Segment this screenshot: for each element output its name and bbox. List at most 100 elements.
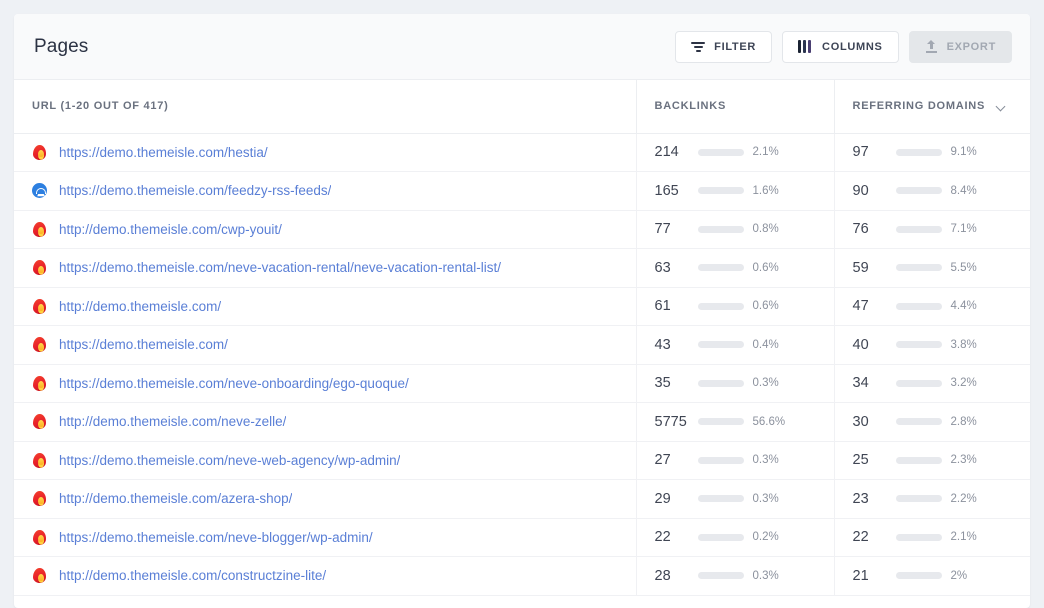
table-row[interactable]: https://demo.themeisle.com/neve-blogger/… [14, 518, 1030, 557]
cell-referring-domains: 97 9.1% [833, 133, 1030, 172]
table-row[interactable]: https://demo.themeisle.com/neve-vacation… [14, 248, 1030, 288]
columns-button-label: COLUMNS [822, 40, 883, 53]
cell-url[interactable]: https://demo.themeisle.com/feedzy-rss-fe… [14, 171, 636, 211]
cell-url[interactable]: https://demo.themeisle.com/neve-web-agen… [14, 441, 636, 480]
referring-domains-value: 90 [852, 182, 869, 199]
referring-domains-value: 76 [852, 221, 869, 238]
backlinks-value: 214 [654, 144, 679, 161]
cell-url[interactable]: https://demo.themeisle.com/neve-blogger/… [14, 518, 636, 557]
cell-url[interactable]: http://demo.themeisle.com/azera-shop/ [14, 479, 636, 519]
themeisle-flame-icon [32, 452, 47, 468]
column-header-url[interactable]: URL (1-20 OUT OF 417) [14, 80, 636, 134]
themeisle-flame-icon [32, 298, 47, 314]
cell-url[interactable]: http://demo.themeisle.com/constructzine-… [14, 556, 636, 596]
chevron-down-icon[interactable] [997, 102, 1006, 111]
referring-domains-bar [895, 148, 942, 156]
url-link[interactable]: https://demo.themeisle.com/hestia/ [59, 145, 268, 160]
referring-domains-value: 97 [852, 144, 869, 161]
cell-backlinks: 63 0.6% [635, 248, 834, 288]
url-link[interactable]: http://demo.themeisle.com/neve-zelle/ [59, 414, 286, 429]
table-row[interactable]: http://demo.themeisle.com/cwp-youit/ 77 … [14, 210, 1030, 249]
table-head: URL (1-20 OUT OF 417) BACKLINKS REFERRIN… [14, 80, 1030, 134]
cell-backlinks: 29 0.3% [635, 479, 834, 519]
cell-referring-domains: 21 2% [833, 556, 1030, 596]
cell-referring-domains: 47 4.4% [833, 287, 1030, 326]
export-button-label: EXPORT [946, 40, 996, 53]
table-row[interactable]: http://demo.themeisle.com/ 61 0.6% 47 4.… [14, 287, 1030, 326]
backlinks-value: 5775 [654, 413, 687, 430]
url-link[interactable]: https://demo.themeisle.com/neve-web-agen… [59, 453, 400, 468]
pages-table: URL (1-20 OUT OF 417) BACKLINKS REFERRIN… [14, 80, 1030, 596]
themeisle-flame-icon [32, 337, 47, 353]
table-row[interactable]: https://demo.themeisle.com/neve-onboardi… [14, 364, 1030, 403]
table-body: https://demo.themeisle.com/hestia/ 214 2… [14, 133, 1030, 596]
cell-referring-domains: 23 2.2% [833, 479, 1030, 519]
table-row[interactable]: http://demo.themeisle.com/neve-zelle/ 57… [14, 402, 1030, 442]
backlinks-percent: 0.2% [752, 531, 779, 544]
themeisle-flame-icon [32, 568, 47, 584]
cell-referring-domains: 34 3.2% [833, 364, 1030, 403]
backlinks-value: 28 [654, 567, 671, 584]
table-row[interactable]: https://demo.themeisle.com/neve-web-agen… [14, 441, 1030, 480]
cell-referring-domains: 40 3.8% [833, 325, 1030, 365]
backlinks-bar [697, 495, 744, 503]
filter-button[interactable]: FILTER [675, 30, 773, 63]
cell-referring-domains: 90 8.4% [833, 171, 1030, 211]
filter-icon [691, 41, 706, 53]
backlinks-percent: 0.4% [752, 338, 779, 351]
backlinks-percent: 2.1% [752, 146, 779, 159]
url-link[interactable]: https://demo.themeisle.com/feedzy-rss-fe… [59, 183, 331, 198]
backlinks-value: 22 [654, 529, 671, 546]
column-header-backlinks[interactable]: BACKLINKS [635, 80, 834, 134]
backlinks-value: 35 [654, 375, 671, 392]
column-header-referring-domains-label: REFERRING DOMAINS [852, 100, 986, 113]
url-link[interactable]: http://demo.themeisle.com/azera-shop/ [59, 491, 292, 506]
cell-backlinks: 35 0.3% [635, 364, 834, 403]
url-link[interactable]: http://demo.themeisle.com/cwp-youit/ [59, 222, 282, 237]
cell-backlinks: 22 0.2% [635, 518, 834, 557]
cell-url[interactable]: https://demo.themeisle.com/neve-onboardi… [14, 364, 636, 403]
pages-card: Pages FILTER COLUMNS EXPORT URL (1-20 OU… [14, 14, 1030, 608]
column-header-referring-domains[interactable]: REFERRING DOMAINS [833, 80, 1030, 134]
backlinks-bar [697, 225, 744, 233]
url-link[interactable]: http://demo.themeisle.com/constructzine-… [59, 568, 326, 583]
table-row[interactable]: https://demo.themeisle.com/hestia/ 214 2… [14, 133, 1030, 172]
backlinks-bar [697, 379, 744, 387]
toolbar: FILTER COLUMNS EXPORT [675, 30, 1012, 63]
referring-domains-bar [895, 264, 942, 272]
referring-domains-percent: 2.8% [950, 415, 977, 428]
feedzy-rss-icon [32, 183, 47, 199]
referring-domains-bar [895, 225, 942, 233]
cell-url[interactable]: https://demo.themeisle.com/hestia/ [14, 133, 636, 172]
backlinks-value: 29 [654, 490, 671, 507]
columns-button[interactable]: COLUMNS [782, 30, 899, 63]
table-row[interactable]: https://demo.themeisle.com/feedzy-rss-fe… [14, 171, 1030, 211]
referring-domains-value: 22 [852, 529, 869, 546]
export-button[interactable]: EXPORT [908, 30, 1012, 63]
referring-domains-value: 34 [852, 375, 869, 392]
cell-url[interactable]: http://demo.themeisle.com/neve-zelle/ [14, 402, 636, 442]
url-link[interactable]: https://demo.themeisle.com/neve-vacation… [59, 260, 501, 275]
referring-domains-value: 21 [852, 567, 869, 584]
cell-referring-domains: 59 5.5% [833, 248, 1030, 288]
cell-url[interactable]: http://demo.themeisle.com/ [14, 287, 636, 326]
table-row[interactable]: https://demo.themeisle.com/ 43 0.4% 40 3… [14, 325, 1030, 365]
backlinks-value: 165 [654, 182, 679, 199]
backlinks-percent: 0.8% [752, 223, 779, 236]
cell-url[interactable]: https://demo.themeisle.com/neve-vacation… [14, 248, 636, 288]
card-header: Pages FILTER COLUMNS EXPORT [14, 14, 1030, 80]
table-row[interactable]: http://demo.themeisle.com/azera-shop/ 29… [14, 479, 1030, 519]
url-link[interactable]: https://demo.themeisle.com/neve-onboardi… [59, 376, 409, 391]
url-link[interactable]: http://demo.themeisle.com/ [59, 299, 221, 314]
referring-domains-percent: 5.5% [950, 261, 977, 274]
url-link[interactable]: https://demo.themeisle.com/ [59, 337, 228, 352]
referring-domains-percent: 3.8% [950, 338, 977, 351]
table-row[interactable]: http://demo.themeisle.com/constructzine-… [14, 556, 1030, 596]
backlinks-percent: 0.3% [752, 492, 779, 505]
cell-url[interactable]: https://demo.themeisle.com/ [14, 325, 636, 365]
cell-referring-domains: 76 7.1% [833, 210, 1030, 249]
url-link[interactable]: https://demo.themeisle.com/neve-blogger/… [59, 530, 373, 545]
referring-domains-value: 25 [852, 452, 869, 469]
referring-domains-percent: 3.2% [950, 377, 977, 390]
cell-url[interactable]: http://demo.themeisle.com/cwp-youit/ [14, 210, 636, 249]
